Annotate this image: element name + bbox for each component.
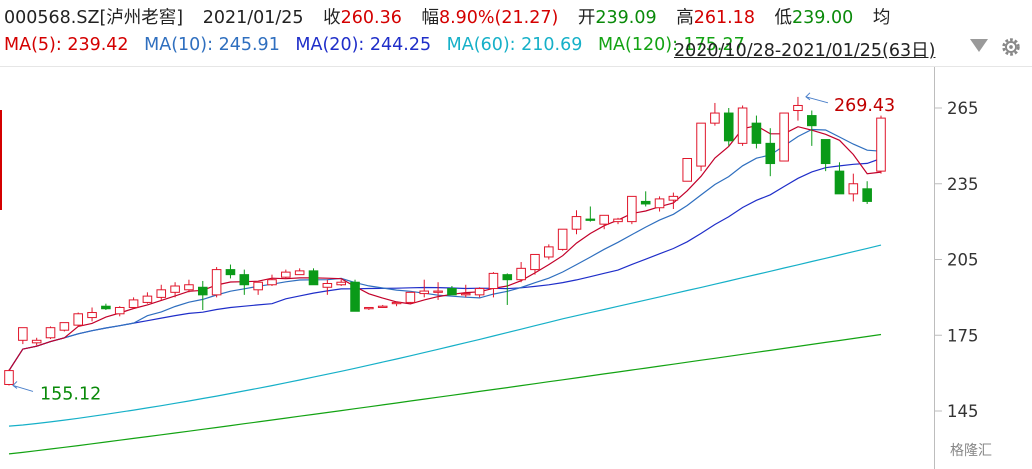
candle-body — [640, 200, 651, 205]
candle-body — [18, 327, 28, 341]
candle-body — [585, 218, 596, 221]
y-tick-label: 145 — [947, 402, 979, 421]
candle-body — [654, 198, 665, 209]
candle-body — [710, 112, 720, 124]
y-tick-label: 175 — [947, 326, 979, 345]
low-arrow — [12, 381, 34, 392]
ma10-line — [8, 128, 882, 371]
candle-body — [627, 195, 637, 223]
candle-body — [281, 271, 291, 278]
candle-body — [128, 299, 139, 308]
quote-header: 000568.SZ[泸州老窖] 2021/01/25 收260.36 幅8.90… — [4, 4, 904, 28]
candle-body — [239, 274, 250, 286]
candle-body — [267, 279, 277, 286]
candle-body — [87, 312, 97, 319]
candle-body — [211, 269, 222, 296]
candle-body — [820, 139, 831, 165]
candle-body — [294, 270, 305, 276]
candle-body — [364, 306, 374, 310]
candle-body — [377, 305, 388, 308]
quote-date: 2021/01/25 — [202, 8, 304, 28]
candle-body — [571, 216, 582, 230]
candle-body — [723, 112, 734, 142]
date-range-selector[interactable]: 2020/10/28-2021/01/25(63日) — [674, 37, 935, 62]
high-arrow — [805, 92, 829, 104]
candle-body — [322, 282, 333, 288]
ma60-line — [8, 244, 882, 427]
candle-body — [516, 267, 526, 281]
candle-body — [530, 253, 540, 271]
change-percent: 幅8.90%(21.27) — [421, 8, 559, 28]
candle-body — [156, 289, 167, 298]
candle-body — [350, 281, 360, 312]
close-price: 收260.36 — [323, 8, 402, 28]
candle-body — [59, 322, 70, 331]
candle-body — [433, 290, 443, 293]
moving-average-legend: MA(5): 239.42 MA(10): 245.91 MA(20): 244… — [4, 35, 755, 59]
y-tick-label: 265 — [947, 99, 979, 118]
candle-body — [502, 274, 513, 281]
watermark-logo: 格隆汇 — [950, 440, 992, 460]
candle-body — [336, 281, 346, 286]
candle-body — [4, 370, 14, 385]
price-axis-line — [934, 67, 935, 469]
candle-body — [779, 112, 789, 162]
candle-body — [474, 288, 485, 296]
candle-body — [460, 293, 471, 296]
candle-body — [101, 305, 111, 310]
candle-body — [696, 122, 706, 167]
candle-body — [114, 306, 125, 315]
candle-body — [557, 228, 568, 250]
open-price: 开239.09 — [577, 8, 657, 28]
candle-body — [793, 104, 803, 112]
candle-body — [862, 188, 872, 202]
high-price: 高261.18 — [676, 8, 755, 28]
chevron-down-icon[interactable] — [970, 39, 988, 52]
candle-body — [876, 117, 886, 172]
y-tick-label: 205 — [947, 251, 979, 270]
avg-price: 均 — [872, 8, 891, 28]
candle-body — [668, 195, 679, 201]
ma60-label: MA(60): 210.69 — [446, 35, 583, 55]
candle-body — [31, 339, 42, 344]
ma5-line — [8, 125, 882, 371]
candle-body — [807, 115, 817, 127]
high-price-label: 269.43 — [834, 96, 895, 116]
candle-body — [682, 158, 693, 182]
candle-body — [45, 327, 56, 339]
ma20-line — [8, 157, 882, 371]
candle-body — [391, 301, 402, 305]
candle-body — [170, 285, 180, 293]
candlestick-chart[interactable]: 265 235 205 175 145 269.43 155.12 — [0, 67, 1032, 469]
candle-body — [197, 286, 208, 296]
candle-body — [419, 290, 430, 295]
watermark-text: 格隆汇 — [950, 443, 992, 459]
candle-body — [834, 170, 845, 195]
ma5-label: MA(5): 239.42 — [4, 35, 129, 55]
stock-code-name: 000568.SZ[泸州老窖] — [4, 8, 184, 28]
low-price: 低239.00 — [774, 8, 854, 28]
low-price-label: 155.12 — [40, 384, 101, 404]
candle-body — [253, 281, 263, 291]
candle-body — [488, 272, 499, 290]
candle-body — [599, 214, 609, 225]
candle-body — [308, 270, 319, 286]
candle-body — [765, 142, 776, 165]
gear-icon[interactable] — [1000, 36, 1022, 58]
candle-body — [184, 284, 194, 291]
ma120-line — [8, 333, 882, 455]
candle-body — [142, 295, 153, 303]
candle-body — [544, 246, 554, 258]
candle-body — [447, 288, 457, 296]
candle-body — [225, 269, 236, 276]
candle-body — [405, 291, 416, 303]
candle-body — [73, 313, 83, 326]
candle-body — [613, 218, 623, 223]
candle-body — [751, 122, 762, 144]
y-tick-label: 235 — [947, 175, 979, 194]
candle-body — [737, 107, 748, 144]
ma20-label: MA(20): 244.25 — [295, 35, 432, 55]
ma10-label: MA(10): 245.91 — [144, 35, 280, 55]
candle-body — [848, 183, 859, 195]
